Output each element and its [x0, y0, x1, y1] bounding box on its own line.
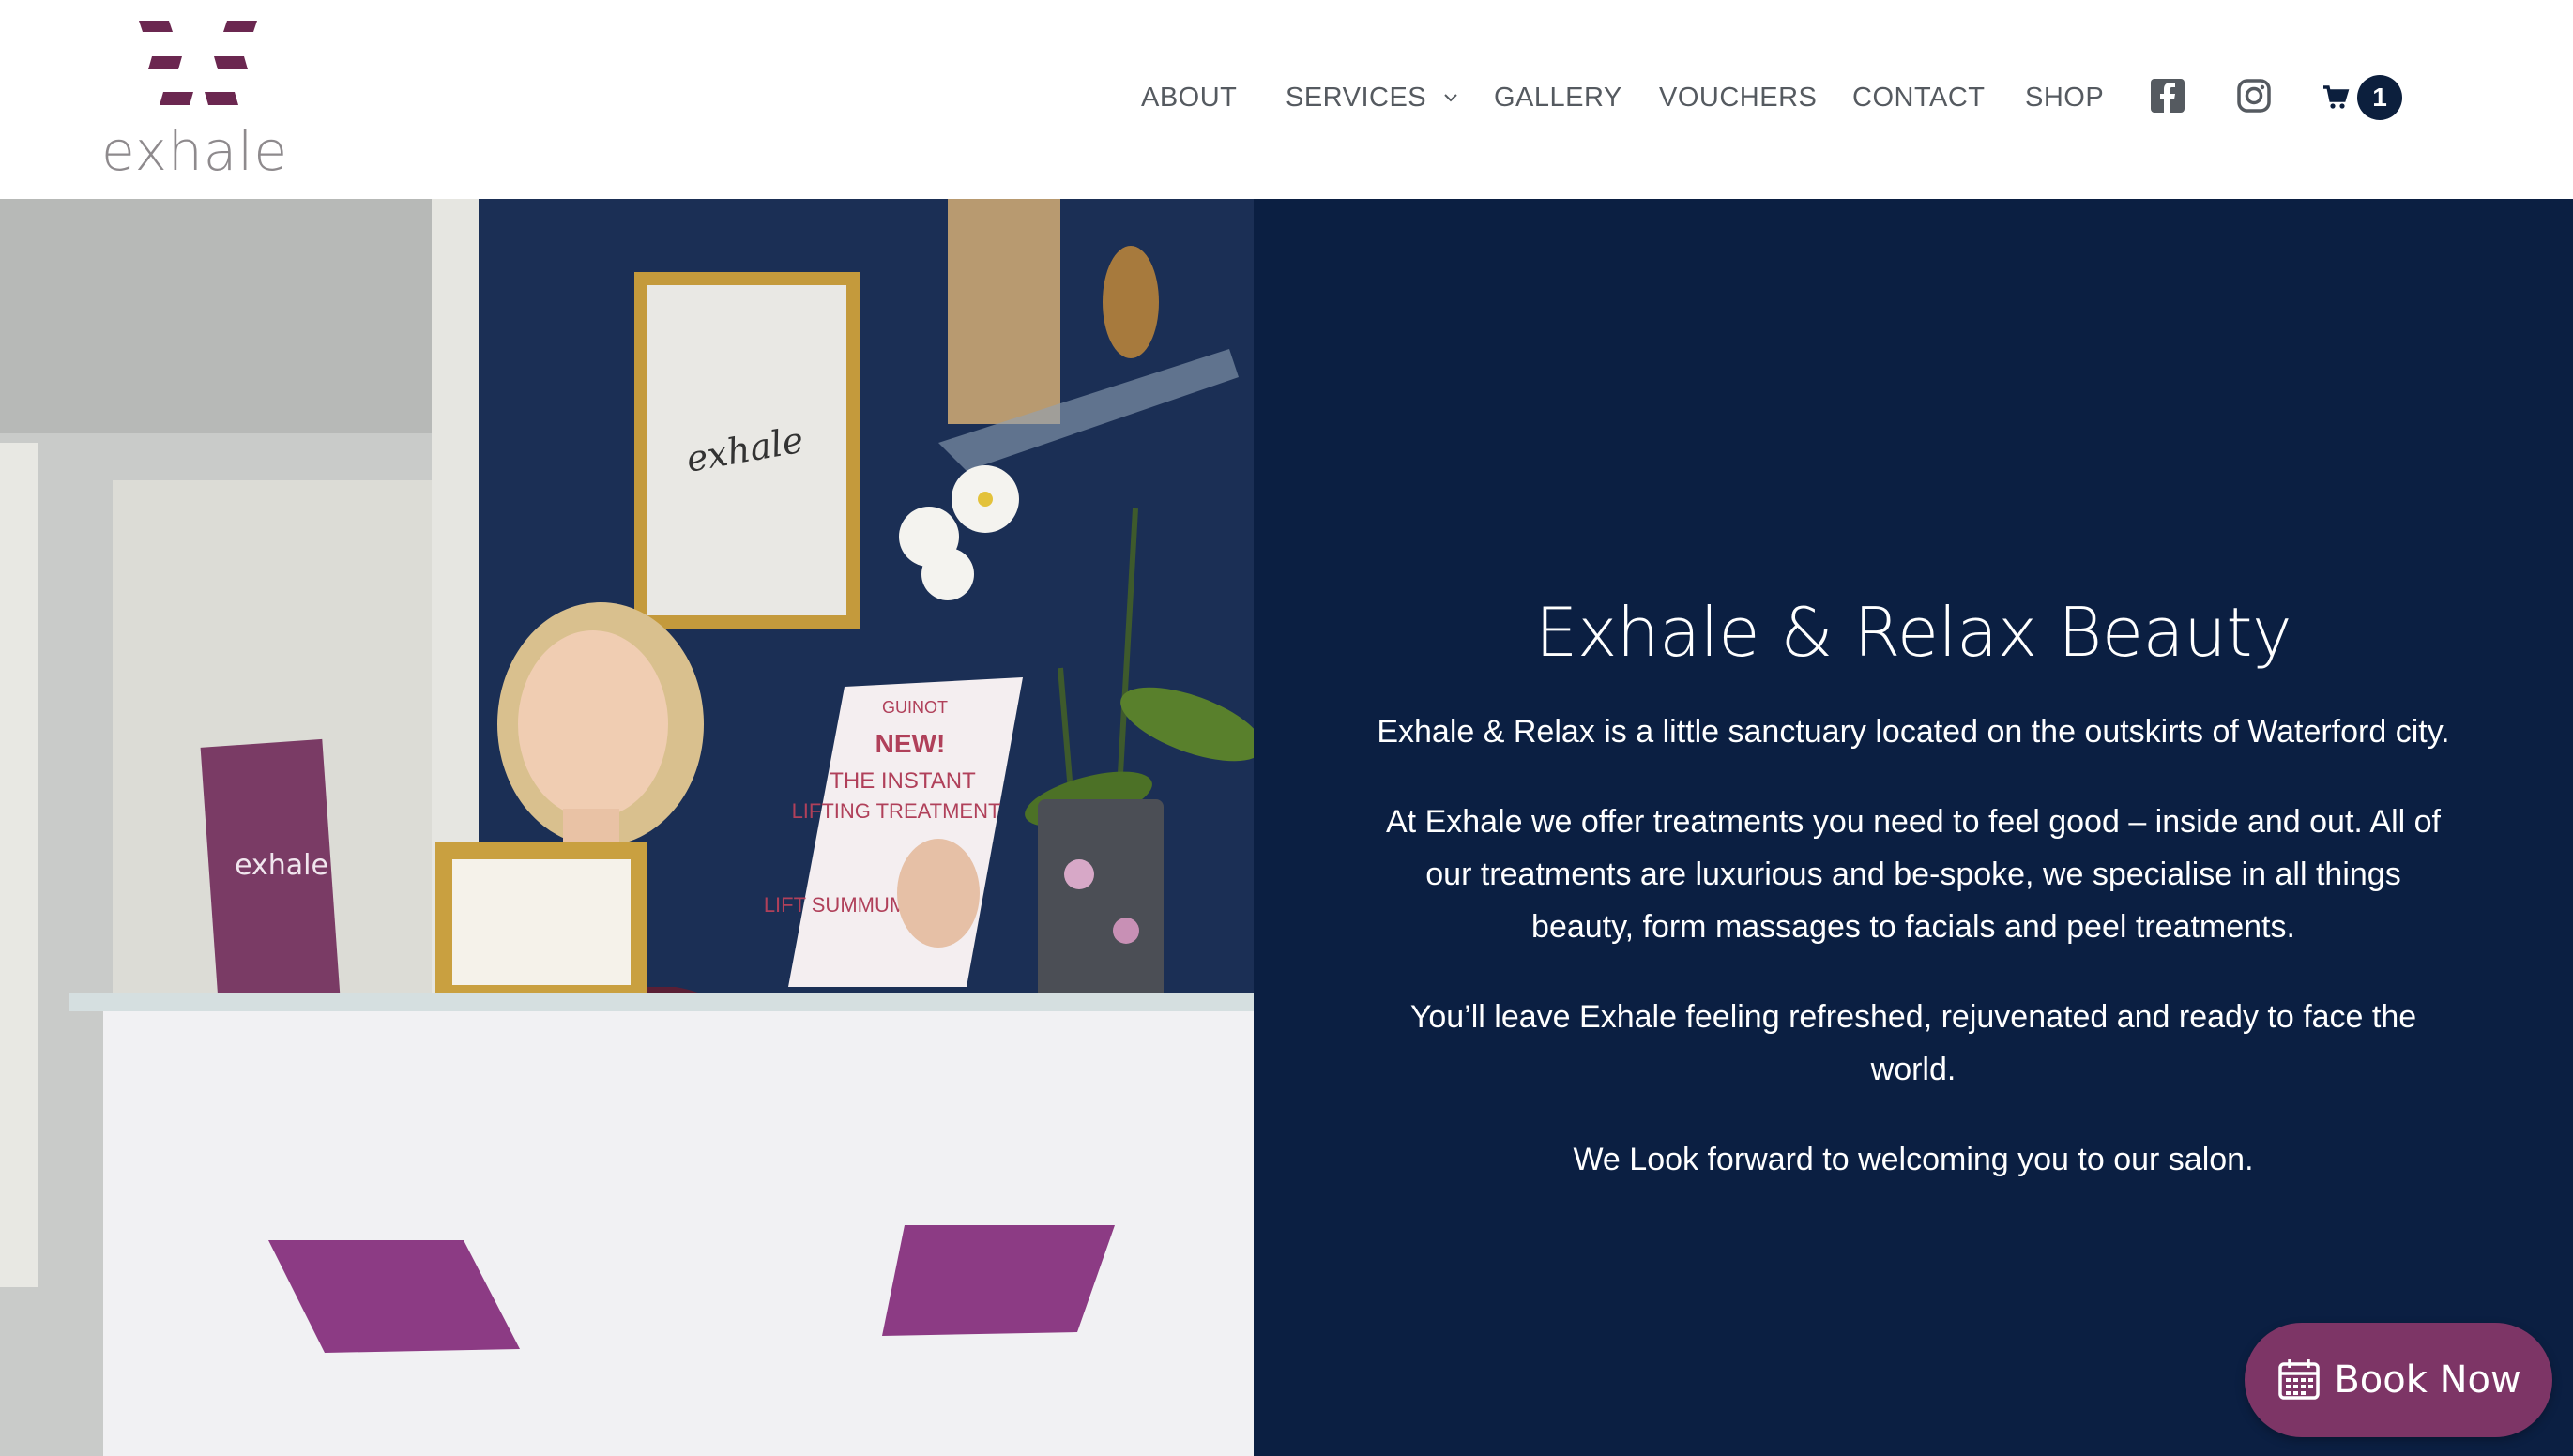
brochure-text: exhale	[235, 849, 328, 882]
chevron-down-icon	[1444, 94, 1457, 102]
intro-paragraph: We Look forward to welcoming you to our …	[1573, 1142, 2254, 1177]
nav-gallery[interactable]: GALLERY	[1494, 68, 1622, 128]
logo[interactable]: exhale	[101, 17, 298, 183]
facebook-icon[interactable]	[2147, 75, 2188, 116]
site-header: exhale ABOUT SERVICES GALLERY VOUCHERS C…	[0, 0, 2573, 199]
intro-paragraph: At Exhale we offer treatments you need t…	[1386, 804, 2441, 945]
logo-text: exhale	[101, 119, 289, 183]
sign-line1: THE INSTANT	[830, 768, 976, 794]
nav-shop[interactable]: SHOP	[2025, 68, 2104, 128]
instagram-icon[interactable]	[2233, 75, 2275, 116]
sign-headline: NEW!	[875, 729, 946, 758]
salon-photo-illustration: exhale exhale GUINOT NEW! THE INSTANT LI…	[0, 199, 1254, 1456]
book-now-label: Book Now	[2334, 1358, 2521, 1402]
cart-button[interactable]: 1	[2322, 75, 2402, 120]
nav-vouchers[interactable]: VOUCHERS	[1659, 68, 1817, 128]
nav-contact[interactable]: CONTACT	[1852, 68, 1986, 128]
intro-paragraph: You’ll leave Exhale feeling refreshed, r…	[1409, 999, 2417, 1087]
sign-line2: LIFTING TREATMENT	[792, 799, 1001, 823]
cart-icon	[2323, 85, 2350, 109]
intro-paragraph: Exhale & Relax is a little sanctuary loc…	[1377, 714, 2450, 750]
calendar-icon	[2278, 1359, 2321, 1400]
cart-count-badge: 1	[2357, 75, 2402, 120]
nav-services[interactable]: SERVICES	[1286, 68, 1460, 128]
book-now-button[interactable]: Book Now	[2245, 1323, 2552, 1437]
logo-mark-icon	[139, 21, 257, 105]
nav-about[interactable]: ABOUT	[1141, 68, 1237, 128]
salon-reception-photo: exhale exhale GUINOT NEW! THE INSTANT LI…	[0, 199, 1254, 1456]
sign-product: LIFT SUMMUM	[764, 893, 906, 917]
nav-services-label: SERVICES	[1286, 82, 1427, 113]
hero-section: exhale exhale GUINOT NEW! THE INSTANT LI…	[0, 199, 2573, 1456]
sign-brand: GUINOT	[882, 698, 948, 717]
intro-panel: Exhale & Relax Beauty Exhale & Relax is …	[1254, 199, 2573, 1456]
intro-text: Exhale & Relax is a little sanctuary loc…	[1376, 705, 2451, 1223]
page-title: Exhale & Relax Beauty	[1534, 593, 2292, 672]
